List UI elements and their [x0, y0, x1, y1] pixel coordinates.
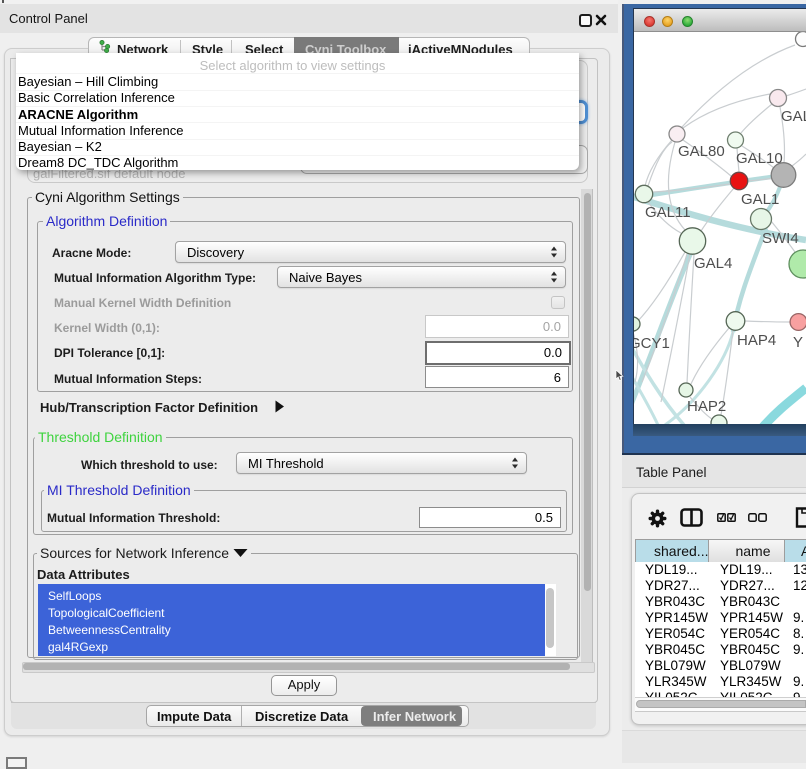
svg-text:GAL10: GAL10	[736, 150, 783, 167]
svg-text:GAL11: GAL11	[645, 204, 691, 221]
svg-text:GAL4: GAL4	[694, 255, 732, 272]
svg-text:Y: Y	[793, 334, 803, 351]
svg-text:GAL2: GAL2	[781, 108, 806, 125]
svg-text:GAL80: GAL80	[678, 143, 725, 160]
svg-text:HAP4: HAP4	[737, 332, 776, 349]
svg-text:SWI4: SWI4	[762, 230, 799, 247]
svg-text:GAL1: GAL1	[741, 191, 779, 208]
svg-text:GCY1: GCY1	[634, 335, 670, 352]
svg-text:HAP2: HAP2	[687, 398, 726, 415]
